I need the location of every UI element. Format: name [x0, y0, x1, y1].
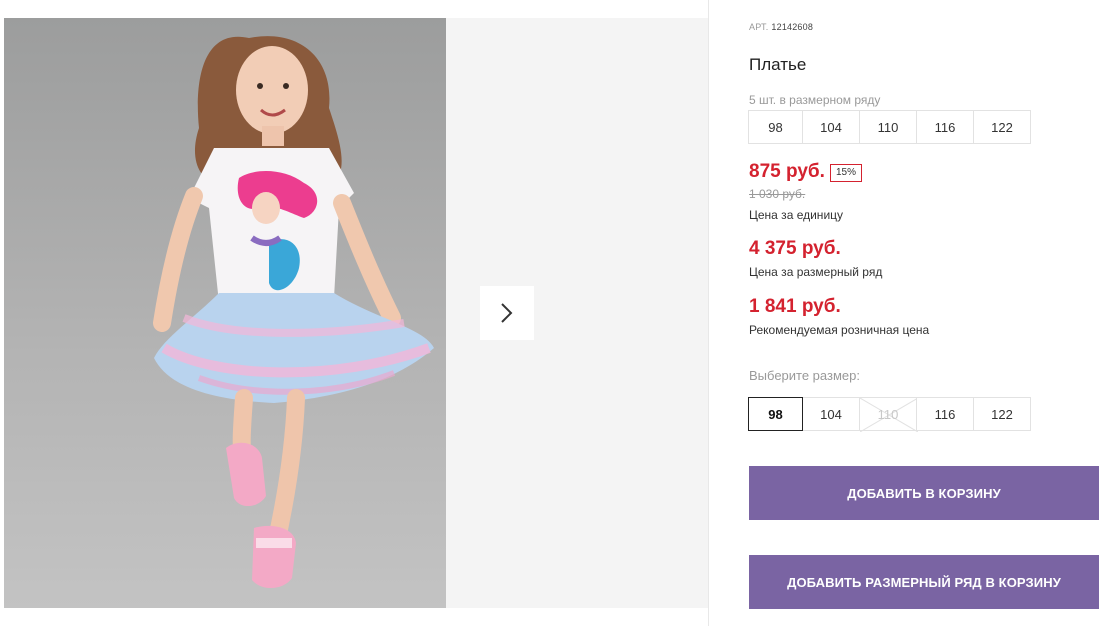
pack-price: 4 375 руб. [749, 238, 841, 259]
pack-size-104: 104 [802, 110, 860, 144]
size-option-110-unavailable: 110 [859, 397, 918, 432]
size-option-104[interactable]: 104 [802, 397, 860, 431]
product-photo-illustration [153, 36, 434, 589]
add-to-cart-button[interactable]: ДОБАВИТЬ В КОРЗИНУ [749, 466, 1099, 520]
size-option-98[interactable]: 98 [748, 397, 803, 431]
product-gallery [4, 18, 708, 608]
article-number: АРТ. 12142608 [749, 22, 813, 32]
gallery-next-button[interactable] [480, 286, 534, 340]
old-price: 1 030 руб. [749, 187, 806, 201]
article-value: 12142608 [771, 22, 814, 32]
pack-size-98: 98 [748, 110, 803, 144]
unit-price: 875 руб. [749, 161, 825, 182]
size-option-110-label: 110 [877, 406, 899, 422]
pack-size-label: 5 шт. в размерном ряду [749, 93, 881, 107]
choose-size-label: Выберите размер: [749, 368, 860, 383]
add-pack-to-cart-button[interactable]: ДОБАВИТЬ РАЗМЕРНЫЙ РЯД В КОРЗИНУ [749, 555, 1099, 609]
pack-price-label: Цена за размерный ряд [749, 265, 883, 279]
discount-badge: 15% [830, 164, 863, 182]
pack-size-110: 110 [859, 110, 917, 144]
product-photo[interactable] [4, 18, 446, 608]
size-selector: 98 104 110 116 122 [748, 397, 1031, 432]
size-option-116[interactable]: 116 [916, 397, 974, 431]
size-option-122[interactable]: 122 [973, 397, 1031, 431]
pack-size-122: 122 [973, 110, 1031, 144]
pack-size-116: 116 [916, 110, 974, 144]
panel-divider [708, 0, 709, 626]
retail-price-label: Рекомендуемая розничная цена [749, 323, 930, 337]
chevron-right-icon [501, 303, 513, 323]
pack-size-list: 98 104 110 116 122 [748, 110, 1031, 144]
article-label: АРТ. [749, 22, 769, 32]
unit-price-label: Цена за единицу [749, 208, 844, 222]
product-title: Платье [749, 55, 807, 74]
retail-price: 1 841 руб. [749, 296, 841, 317]
